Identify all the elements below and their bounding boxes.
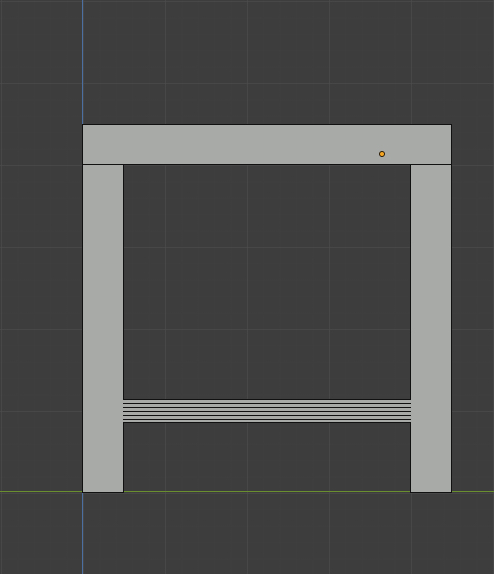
crossbar-mesh[interactable] [123, 399, 411, 423]
3d-viewport[interactable] [0, 0, 494, 574]
left-leg-mesh[interactable] [82, 164, 124, 493]
top-beam-mesh[interactable] [82, 124, 452, 165]
right-leg-mesh[interactable] [410, 164, 452, 493]
object-origin-icon[interactable] [379, 151, 385, 157]
